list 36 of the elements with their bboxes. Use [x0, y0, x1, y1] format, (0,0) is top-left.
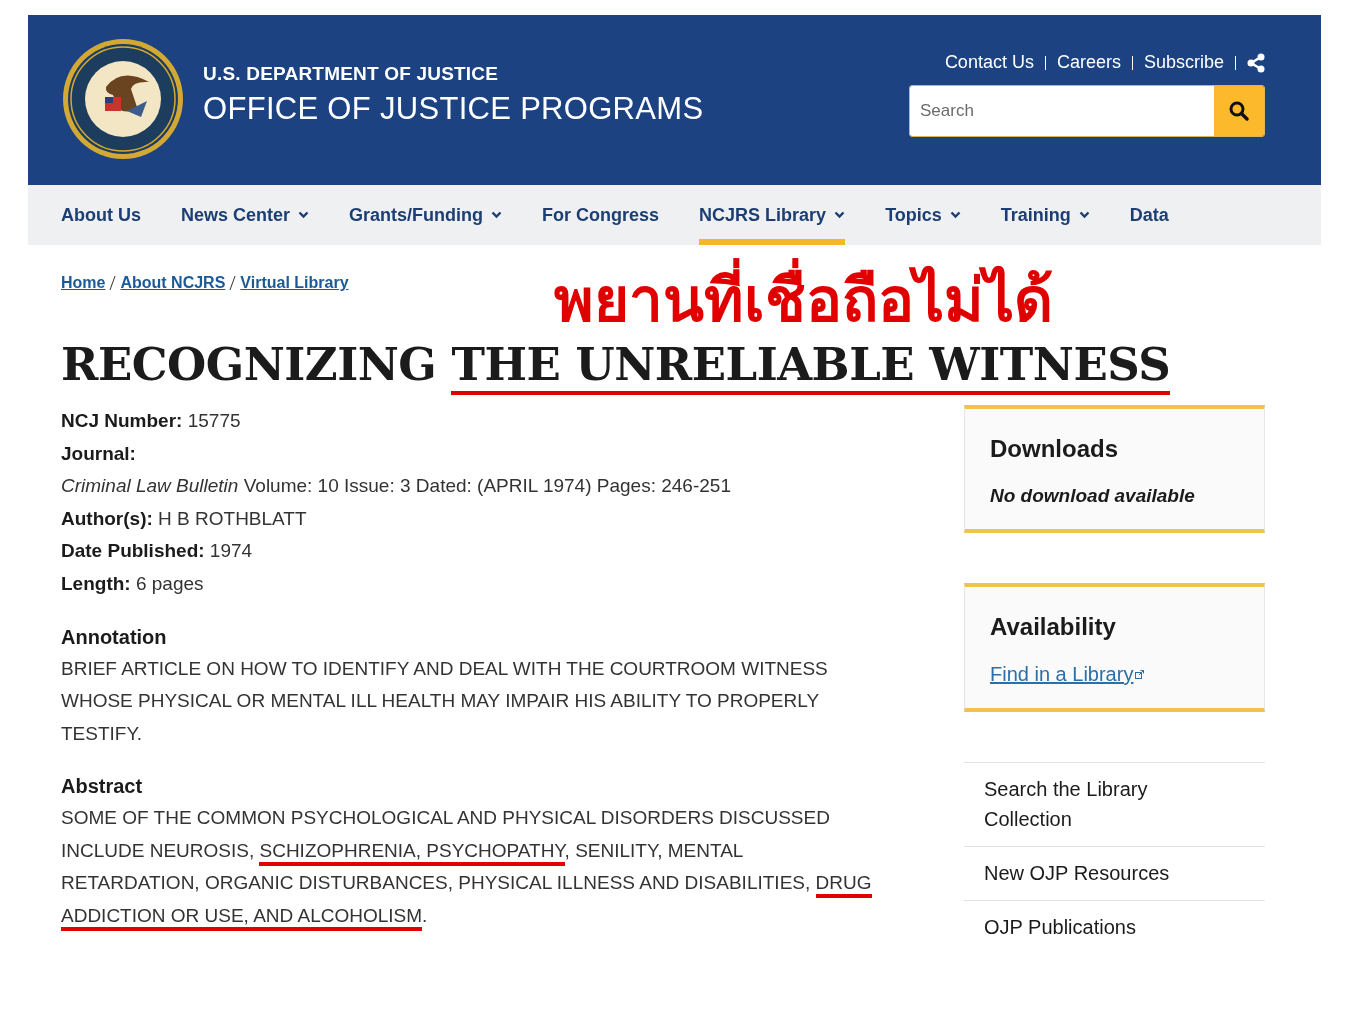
sidebar-link[interactable]: New OJP Resources [964, 846, 1265, 900]
section-text: SOME OF THE COMMON PSYCHOLOGICAL AND PHYSICAL DISORDERS DISCUSSED INCLUDE NEUROSIS, SCHIZOPHRENIA, PSYCHOPATHY, SENILITY, MENTAL RETARDATION, ORGANIC DISTURBANCES, PHYSICAL ILLNESS AND DISABILITIES, DRUG ADDICTION OR USE, AND ALCOHOLISM. [61, 802, 873, 933]
utility-link[interactable]: Subscribe [1143, 52, 1224, 73]
nav-item[interactable]: For Congress [542, 185, 660, 245]
nav-item[interactable]: Data [1129, 185, 1169, 245]
sidebar-link[interactable]: OJP Publications [964, 900, 1265, 954]
section-text: BRIEF ARTICLE ON HOW TO IDENTIFY AND DEAL WITH THE COURTROOM WITNESS WHOSE PHYSICAL OR MENTAL ILL HEALTH MAY IMPAIR HIS ABILITY TO PROPERLY TESTIFY. [61, 656, 829, 746]
section-heading: Annotation [61, 624, 168, 650]
detail-line: Journal: [61, 441, 137, 466]
card-title: Availability [990, 613, 1117, 641]
seal-logo[interactable] [61, 37, 185, 161]
utility-link[interactable]: Careers [1056, 52, 1121, 73]
nav-item[interactable]: About Us [61, 185, 141, 245]
nav-item[interactable]: News Center [181, 185, 310, 245]
card-title: Downloads [990, 435, 1119, 463]
breadcrumb-link[interactable]: Virtual Library [240, 274, 349, 292]
section-heading: Abstract [61, 774, 144, 800]
detail-line: Author(s): H B ROTHBLATT [61, 506, 308, 531]
agency-name: U.S. DEPARTMENT OF JUSTICE [203, 63, 500, 85]
nav-item[interactable]: Grants/Funding [349, 185, 503, 245]
nav-item[interactable]: Topics [885, 185, 961, 245]
external-link-icon [1135, 670, 1145, 679]
detail-line: NCJ Number: 15775 [61, 409, 242, 433]
utility-link[interactable]: Contact Us [944, 52, 1034, 73]
office-name[interactable]: OFFICE OF JUSTICE PROGRAMS [203, 91, 704, 127]
detail-line: Date Published: 1974 [61, 539, 254, 564]
breadcrumb-link[interactable]: Home [61, 274, 106, 292]
sidebar-link[interactable]: Search the Library Collection [964, 762, 1265, 846]
nav-item[interactable]: NCJRS Library [699, 185, 846, 245]
library-link[interactable]: Find in a Library [990, 663, 1134, 686]
nav-item[interactable]: Training [1000, 185, 1090, 245]
breadcrumb-link[interactable]: About NCJRS [120, 274, 226, 292]
detail-line: Length: 6 pages [61, 571, 205, 596]
detail-line: Criminal Law Bulletin Volume: 10 Issue: 3 Dated: (APRIL 1974) Pages: 246-251 [61, 474, 732, 499]
share-icon[interactable] [1247, 52, 1265, 73]
card-note: No download available [990, 485, 1196, 507]
